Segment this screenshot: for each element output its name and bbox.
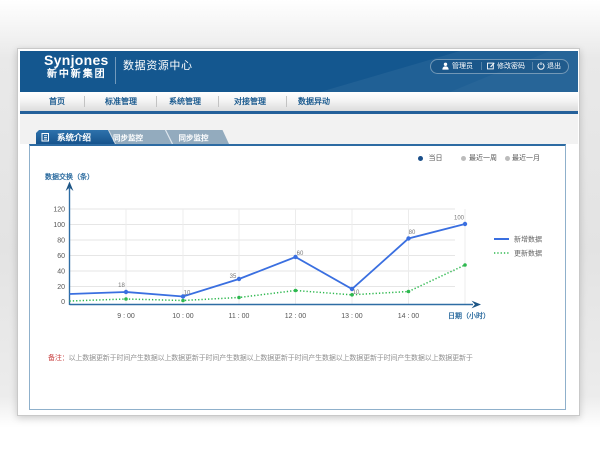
svg-text:120: 120	[53, 207, 65, 214]
svg-text:新增数据: 新增数据	[514, 235, 542, 244]
svg-text:数据交换（条）: 数据交换（条）	[45, 172, 94, 181]
svg-text:系统介绍: 系统介绍	[57, 133, 92, 143]
svg-text:100: 100	[53, 222, 65, 229]
svg-text:9 : 00: 9 : 00	[117, 313, 135, 320]
svg-text:11 : 00: 11 : 00	[229, 313, 250, 320]
svg-text:10: 10	[184, 291, 191, 297]
svg-text:100: 100	[454, 216, 465, 222]
svg-text:20: 20	[57, 284, 65, 291]
svg-text:0: 0	[61, 299, 65, 306]
svg-text:10: 10	[353, 290, 360, 296]
svg-text:同步监控: 同步监控	[113, 133, 143, 143]
svg-text:60: 60	[57, 253, 65, 260]
svg-text:80: 80	[409, 230, 416, 236]
svg-text:14 : 00: 14 : 00	[398, 313, 420, 320]
svg-text:60: 60	[297, 251, 304, 257]
svg-text:10 : 00: 10 : 00	[172, 313, 194, 320]
svg-text:13 : 00: 13 : 00	[341, 313, 363, 320]
svg-text:18: 18	[118, 283, 125, 289]
svg-text:80: 80	[57, 238, 65, 245]
svg-text:40: 40	[57, 269, 65, 276]
svg-text:12 : 00: 12 : 00	[285, 313, 307, 320]
svg-text:同步监控: 同步监控	[179, 133, 209, 143]
svg-text:更新数据: 更新数据	[514, 249, 542, 258]
svg-text:35: 35	[230, 274, 237, 280]
svg-text:日期（小时）: 日期（小时）	[448, 311, 490, 320]
